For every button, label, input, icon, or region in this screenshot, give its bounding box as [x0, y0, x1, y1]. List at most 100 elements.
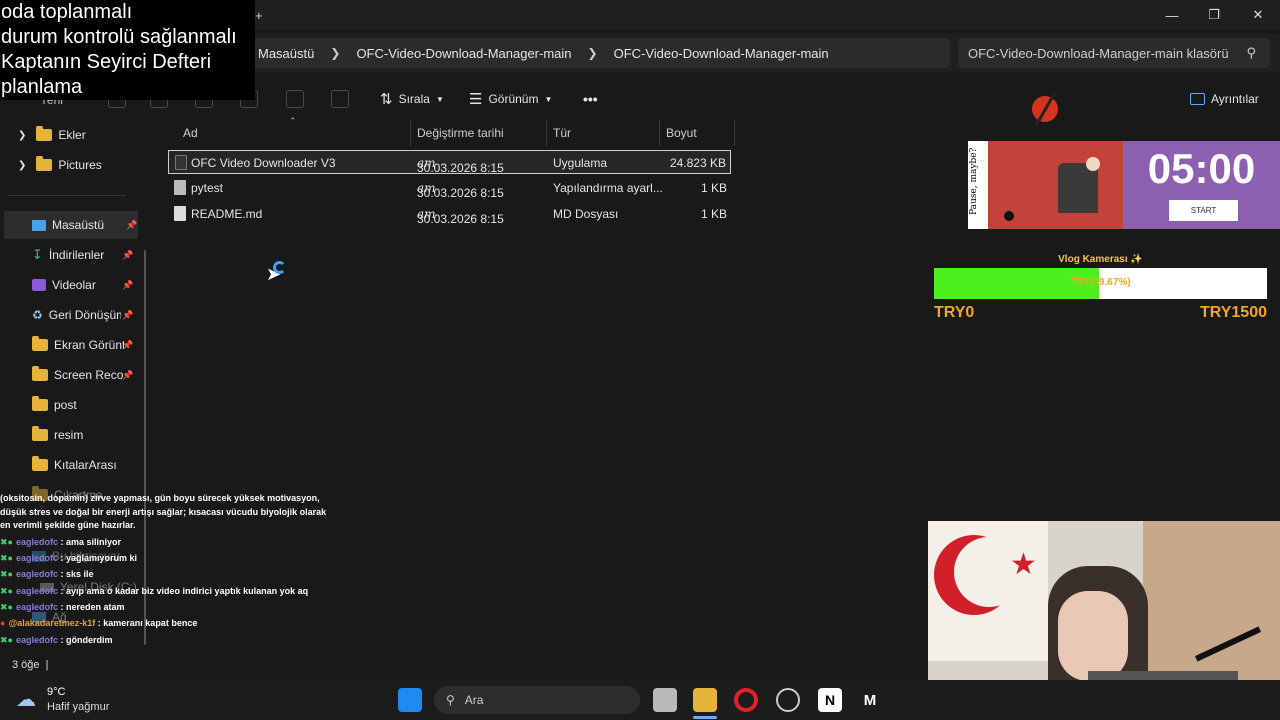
- more-options-button[interactable]: •••: [583, 89, 598, 109]
- breadcrumb-item[interactable]: Masaüstü: [258, 46, 314, 61]
- chat-text: : nereden atam: [60, 601, 125, 612]
- delete-icon[interactable]: [331, 90, 349, 108]
- sidebar-item-pictures[interactable]: ❯ Pictures: [0, 151, 150, 179]
- details-button[interactable]: Ayrıntılar: [1190, 89, 1259, 109]
- file-row[interactable]: README.md 30.03.2026 8:15 am MD Dosyası …: [168, 202, 731, 226]
- taskbar-search[interactable]: ⚲ Ara: [434, 686, 640, 714]
- chat-message: ✖● eagledofc : gönderdim: [0, 632, 330, 648]
- sidebar-item-screenshots[interactable]: Ekran Görüntü 📌: [0, 331, 150, 359]
- file-name: OFC Video Downloader V3: [191, 156, 336, 170]
- task-view-icon[interactable]: [653, 688, 677, 712]
- minimize-button[interactable]: —: [1150, 0, 1194, 30]
- file-row[interactable]: OFC Video Downloader V3 30.03.2026 8:15 …: [168, 150, 731, 175]
- chevron-right-icon: ❯: [18, 129, 27, 141]
- file-size: 1 KB: [700, 181, 727, 195]
- chat-username: @alakadaretmez-k1f: [8, 618, 96, 629]
- star-icon: ★: [1010, 548, 1037, 581]
- view-button[interactable]: ☰ Görünüm ▼: [469, 89, 552, 109]
- pin-icon: 📌: [126, 219, 138, 230]
- column-divider[interactable]: [734, 120, 735, 146]
- search-input[interactable]: OFC-Video-Download-Manager-main klasörü …: [958, 38, 1270, 68]
- column-header-size[interactable]: Boyut: [666, 122, 697, 144]
- folder-icon: [36, 126, 53, 141]
- folder-icon: [32, 336, 48, 351]
- badge-icon: ✖●: [0, 585, 13, 596]
- sidebar-item-label: İndirilenler: [48, 248, 105, 262]
- opera-icon[interactable]: [734, 688, 758, 712]
- sidebar-item-kitalararasi[interactable]: KıtalarArası: [0, 451, 150, 479]
- sidebar-item-ekler[interactable]: ❯ Ekler: [0, 121, 150, 149]
- chat-username: eagledofc: [15, 601, 58, 612]
- badge-icon: ✖●: [0, 569, 13, 580]
- column-divider[interactable]: [410, 120, 411, 146]
- pomodoro-illustration: [988, 141, 1123, 229]
- weather-desc[interactable]: Hafif yağmur: [47, 701, 109, 713]
- sidebar-item-videos[interactable]: Videolar 📌: [0, 271, 150, 299]
- file-name: pytest: [191, 181, 224, 195]
- column-header-name[interactable]: Ad: [183, 122, 198, 144]
- file-modified-date: 30.03.2026 8:15: [417, 186, 504, 200]
- sort-button[interactable]: ⇅ Sırala ▼: [380, 89, 444, 109]
- folder-icon: [32, 456, 48, 471]
- sidebar-item-label: Ekler: [58, 128, 86, 142]
- file-row[interactable]: pytest 30.03.2026 8:15 am Yapılandırma a…: [168, 176, 731, 200]
- chat-text: : sks ile: [60, 569, 94, 580]
- obs-icon[interactable]: [776, 688, 800, 712]
- notion-icon[interactable]: N: [818, 688, 842, 712]
- chat-text: : ama siliniyor: [60, 536, 122, 547]
- search-icon: ⚲: [446, 693, 455, 707]
- close-button[interactable]: ✕: [1236, 0, 1280, 30]
- sidebar-item-recycle-bin[interactable]: ♻ Geri Dönüşüm 📌: [0, 301, 150, 329]
- chat-intro-text: (oksitosin, dopamin) zirve yapması, gün …: [0, 493, 327, 531]
- column-divider[interactable]: [659, 120, 660, 146]
- item-count-text: 3 öğe: [12, 659, 40, 671]
- start-button-icon[interactable]: [398, 688, 422, 712]
- share-icon[interactable]: [286, 90, 304, 108]
- chat-text: : yağlamıyorum ki: [60, 553, 138, 564]
- column-modified-label: Değiştirme tarihi: [417, 126, 504, 140]
- pomodoro-start-button[interactable]: START: [1169, 200, 1238, 221]
- note-line: Kaptanın Seyirci Defteri: [1, 51, 212, 73]
- app-icon[interactable]: M: [858, 688, 882, 712]
- file-type: Yapılandırma ayarl...: [553, 181, 663, 195]
- cat-icon: [1004, 211, 1014, 221]
- sort-icon: ⇅: [380, 91, 393, 108]
- column-header-type[interactable]: Tür: [553, 122, 571, 144]
- document-file-icon: [174, 206, 186, 221]
- sidebar-item-resim[interactable]: resim: [0, 421, 150, 449]
- new-tab-button[interactable]: +: [255, 8, 263, 23]
- file-explorer-icon[interactable]: [693, 688, 717, 712]
- taskbar: [0, 680, 1280, 720]
- breadcrumb-item[interactable]: OFC-Video-Download-Manager-main: [614, 46, 829, 61]
- sidebar-item-desktop[interactable]: Masaüstü 📌: [4, 211, 138, 239]
- busy-spinner-icon: [273, 261, 286, 274]
- search-icon: ⚲: [1246, 45, 1256, 60]
- column-header-modified[interactable]: Değiştirme tarihi: [417, 122, 504, 144]
- weather-temp[interactable]: 9°C: [47, 686, 65, 698]
- column-size-label: Boyut: [666, 126, 697, 140]
- breadcrumb-item[interactable]: OFC-Video-Download-Manager-main: [356, 46, 571, 61]
- sidebar-item-downloads[interactable]: ↧ İndirilenler 📌: [0, 241, 150, 269]
- chat-message: ✖● eagledofc : sks ile: [0, 566, 330, 582]
- weather-icon[interactable]: ☁: [16, 687, 36, 712]
- file-size: 24.823 KB: [669, 156, 726, 170]
- column-type-label: Tür: [553, 126, 571, 140]
- goal-title: Vlog Kamerası ✨: [1058, 254, 1143, 265]
- chat-username: eagledofc: [15, 569, 58, 580]
- column-divider[interactable]: [546, 120, 547, 146]
- sidebar-item-post[interactable]: post: [0, 391, 150, 419]
- view-label: Görünüm: [488, 92, 539, 106]
- details-pane-icon: [1190, 93, 1205, 105]
- restore-button[interactable]: ❐: [1192, 0, 1236, 30]
- chat-username: eagledofc: [15, 553, 58, 564]
- file-size: 1 KB: [700, 207, 727, 221]
- taskbar-search-label: Ara: [464, 693, 484, 707]
- pomodoro-timer: 05:00: [1147, 145, 1256, 192]
- breadcrumb[interactable]: Masaüstü ❯ OFC-Video-Download-Manager-ma…: [248, 38, 950, 68]
- goal-max-label: TRY1500: [1200, 304, 1267, 321]
- sidebar-item-label: post: [54, 398, 77, 412]
- sidebar-item-screen-record[interactable]: Screen Record 📌: [0, 361, 150, 389]
- goal-progress-text: TRY(49.67%): [1070, 277, 1131, 288]
- folder-icon: [36, 156, 53, 171]
- chat-message: ✖● eagledofc : ama siliniyor: [0, 534, 330, 550]
